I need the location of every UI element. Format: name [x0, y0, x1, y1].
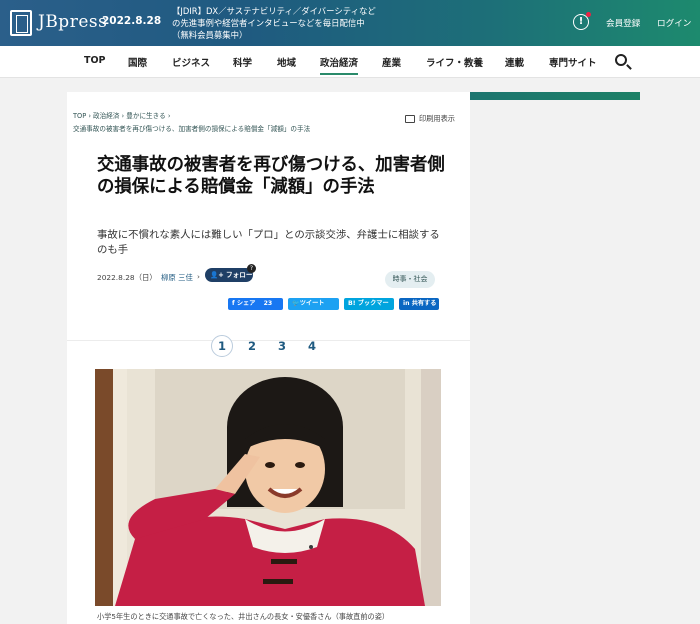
article-card: TOP › 政治経済 › 豊かに生きる › 交通事故の被害者を再び傷つける、加害…: [67, 92, 470, 624]
jbpress-logo-icon[interactable]: [10, 10, 32, 36]
hatena-bookmark-button[interactable]: B! ブックマーク: [344, 298, 394, 319]
hatena-icon: B!: [348, 300, 358, 307]
help-icon[interactable]: ?: [247, 264, 256, 273]
printer-icon[interactable]: [405, 115, 415, 123]
nav-item-politics-economy[interactable]: 政治経済: [320, 55, 359, 75]
notification-badge: [586, 12, 591, 17]
pagination-divider: [67, 340, 470, 341]
article-photo: [95, 369, 441, 606]
print-link[interactable]: 印刷用表示: [419, 114, 455, 124]
chevron-right-icon: ›: [197, 272, 200, 281]
nav-item-top[interactable]: TOP: [84, 55, 106, 66]
promo-banner-text[interactable]: 【JDIR】DX／サステナビリティ／ダイバーシティなどの先進事例や経営者インタビ…: [172, 5, 377, 41]
nav-item-science[interactable]: 科学: [233, 55, 252, 69]
nav-item-life-culture[interactable]: ライフ・教養: [426, 55, 483, 69]
breadcrumb-current: 交通事故の被害者を再び傷つける、加害者側の損保による賠償金「減額」の手法: [73, 125, 311, 133]
login-link[interactable]: ログイン: [657, 17, 691, 29]
facebook-share-count: 23: [263, 300, 273, 307]
nav-item-specialty-sites[interactable]: 専門サイト: [549, 55, 597, 69]
person-plus-icon: 👤+: [210, 271, 224, 279]
site-header: JBpress 2022.8.28 【JDIR】DX／サステナビリティ／ダイバー…: [0, 0, 700, 46]
search-icon[interactable]: [615, 54, 627, 66]
photo-caption: 小学5年生のときに交通事故で亡くなった、井出さんの長女・安優香さん（事故直前の姿…: [97, 612, 390, 621]
linkedin-share-button[interactable]: in 共有する: [399, 298, 439, 310]
nav-item-international[interactable]: 国際: [128, 55, 147, 69]
follow-button[interactable]: 👤+ フォロー: [205, 268, 253, 282]
article-subtitle: 事故に不慣れな素人には難しい「プロ」との示談交渉、弁護士に相談するのも手: [97, 229, 440, 256]
girl-saluting-photo-illustration: [95, 369, 441, 606]
page-2-link[interactable]: 2: [248, 339, 256, 353]
breadcrumb: TOP › 政治経済 › 豊かに生きる ›: [73, 110, 170, 120]
site-logo[interactable]: JBpress: [38, 12, 107, 32]
facebook-share-label: シェア: [236, 300, 256, 307]
category-tag[interactable]: 時事・社会: [385, 271, 435, 288]
author-link[interactable]: 柳原 三佳: [161, 272, 193, 283]
breadcrumb-rich-life[interactable]: 豊かに生きる: [126, 112, 165, 120]
nav-item-series[interactable]: 連載: [505, 55, 524, 69]
breadcrumb-politics-economy[interactable]: 政治経済: [93, 112, 119, 120]
twitter-share-button[interactable]: 🐦ツイート: [288, 298, 339, 310]
member-register-link[interactable]: 会員登録: [606, 17, 640, 29]
main-nav: TOP 国際 ビジネス 科学 地域 政治経済 産業 ライフ・教養 連載 専門サイ…: [0, 46, 700, 78]
header-date: 2022.8.28: [102, 15, 162, 27]
linkedin-share-label: 共有する: [411, 300, 437, 307]
facebook-share-button[interactable]: f シェア 23: [228, 298, 283, 310]
article-title: 交通事故の被害者を再び傷つける、加害者側の損保による賠償金「減額」の手法: [97, 155, 445, 197]
breadcrumb-separator-icon: ›: [167, 112, 171, 120]
page-1-link[interactable]: 1: [211, 335, 233, 357]
page-4-link[interactable]: 4: [308, 339, 316, 353]
twitter-share-label: ツイート: [299, 300, 325, 307]
page-3-link[interactable]: 3: [278, 339, 286, 353]
twitter-icon: 🐦: [292, 300, 300, 307]
article-date: 2022.8.28（日）: [97, 273, 157, 282]
linkedin-icon: in: [403, 300, 412, 307]
nav-item-industry[interactable]: 産業: [382, 55, 401, 69]
nav-item-region[interactable]: 地域: [277, 55, 296, 69]
nav-item-business[interactable]: ビジネス: [172, 55, 210, 69]
breadcrumb-top[interactable]: TOP: [73, 112, 86, 120]
